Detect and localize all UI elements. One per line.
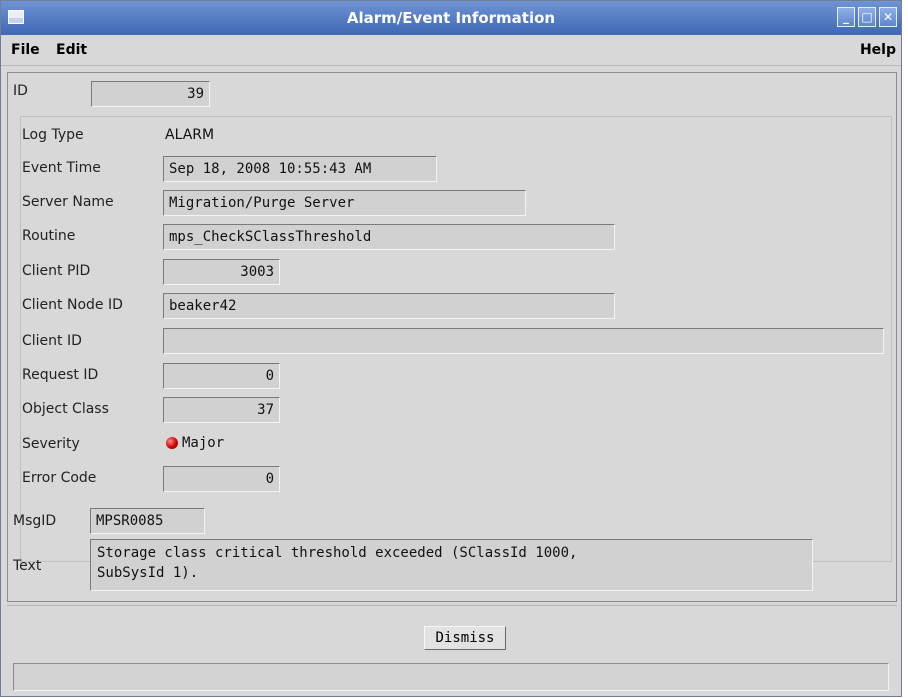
event-time-field: Sep 18, 2008 10:55:43 AM bbox=[163, 156, 437, 182]
message-text-line-2: SubSysId 1). bbox=[97, 565, 199, 581]
object-class-label: Object Class bbox=[22, 401, 109, 417]
status-bar bbox=[13, 663, 889, 691]
client-pid-field: 3003 bbox=[163, 259, 280, 285]
menu-help[interactable]: Help bbox=[860, 42, 896, 58]
object-class-field: 37 bbox=[163, 397, 280, 423]
window-title: Alarm/Event Information bbox=[346, 9, 556, 27]
title-bar[interactable]: Alarm/Event Information _ □ ✕ bbox=[1, 1, 901, 35]
message-text-field: Storage class critical threshold exceede… bbox=[90, 539, 813, 591]
client-id-label: Client ID bbox=[22, 333, 82, 349]
id-label: ID bbox=[13, 83, 28, 99]
log-type-value: ALARM bbox=[165, 127, 215, 143]
id-field: 39 bbox=[91, 81, 210, 107]
dismiss-button[interactable]: Dismiss bbox=[424, 626, 506, 650]
routine-field: mps_CheckSClassThreshold bbox=[163, 224, 615, 250]
alarm-event-window: Alarm/Event Information _ □ ✕ File Edit … bbox=[0, 0, 902, 697]
info-panel: ID 39 Log Type ALARM Event Time Sep 18, … bbox=[7, 72, 897, 602]
menu-edit[interactable]: Edit bbox=[56, 42, 87, 58]
server-name-field: Migration/Purge Server bbox=[163, 190, 526, 216]
client-id-field bbox=[163, 328, 884, 354]
client-pid-label: Client PID bbox=[22, 263, 91, 279]
minimize-icon[interactable]: _ bbox=[837, 7, 855, 27]
close-icon[interactable]: ✕ bbox=[879, 7, 897, 27]
server-name-label: Server Name bbox=[22, 194, 114, 210]
button-bar: Dismiss bbox=[7, 605, 897, 658]
error-code-label: Error Code bbox=[22, 470, 97, 486]
log-type-label: Log Type bbox=[22, 127, 84, 143]
severity-label: Severity bbox=[22, 436, 80, 452]
msgid-label: MsgID bbox=[13, 513, 57, 529]
client-node-id-label: Client Node ID bbox=[22, 297, 123, 313]
maximize-icon[interactable]: □ bbox=[858, 7, 876, 27]
routine-label: Routine bbox=[22, 228, 76, 244]
menu-bar: File Edit Help bbox=[1, 35, 901, 66]
error-code-field: 0 bbox=[163, 466, 280, 492]
text-label: Text bbox=[13, 558, 42, 574]
severity-indicator-icon bbox=[166, 437, 178, 449]
request-id-label: Request ID bbox=[22, 367, 99, 383]
request-id-field: 0 bbox=[163, 363, 280, 389]
severity-value: Major bbox=[182, 435, 225, 451]
menu-file[interactable]: File bbox=[11, 42, 40, 58]
msgid-field: MPSR0085 bbox=[90, 508, 205, 534]
client-node-id-field: beaker42 bbox=[163, 293, 615, 319]
event-time-label: Event Time bbox=[22, 160, 101, 176]
message-text-line-1: Storage class critical threshold exceede… bbox=[97, 545, 578, 561]
